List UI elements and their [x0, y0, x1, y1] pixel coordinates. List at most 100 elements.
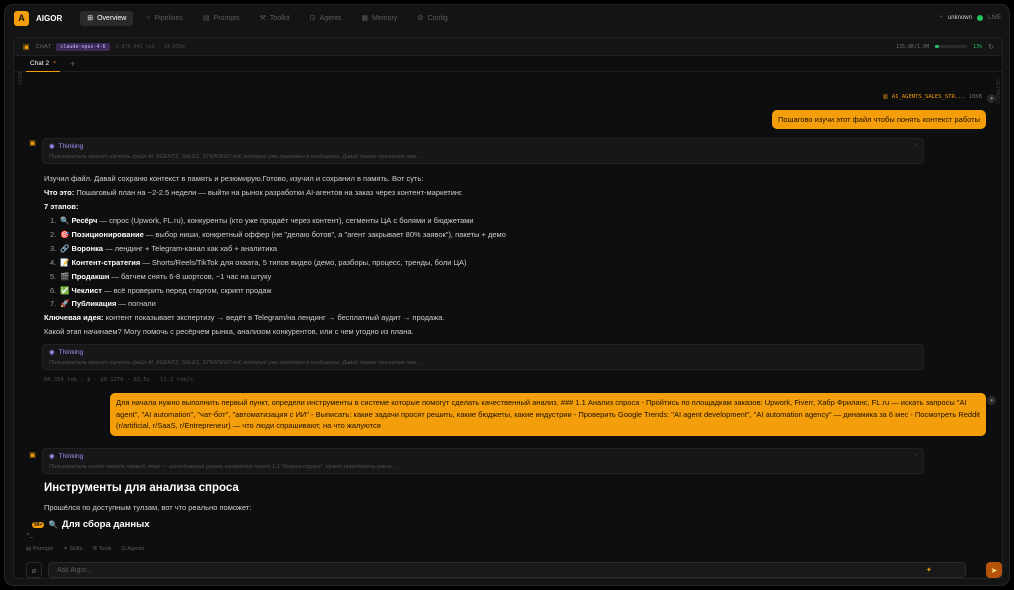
left-rail[interactable]: NEXT [14, 72, 24, 112]
thinking-icon: ◉ [49, 143, 55, 150]
answer-intro: Изучил файл. Давай сохраню контекст в па… [44, 174, 424, 183]
app-logo[interactable]: A [14, 10, 29, 26]
list-item: 7. 🚀 Публикация — погнали [44, 297, 934, 311]
list-item: 4. 📝 Контент-стратегия — Shorts/Reels/Tik… [44, 256, 934, 270]
nav-tab-config[interactable]: ⚙ Config [410, 11, 455, 26]
toolbar-agents[interactable]: ⊡ Agents [121, 546, 144, 552]
thinking-header: ◉ Thinking [49, 142, 917, 151]
thinking-header: ◉ Thinking [49, 452, 917, 461]
nav-tab-memory[interactable]: ▦ Memory [354, 11, 404, 26]
user-avatar-icon: ● [987, 396, 996, 405]
nav-tab-label: Memory [372, 14, 398, 22]
file-attachment[interactable]: ▥ AI_AGENTS_SALES_STR... 10KB [883, 94, 982, 100]
nav-tab-label: Prompts [213, 14, 240, 22]
gear-icon: ⚙ [417, 15, 424, 22]
magnifier-icon: 🔍 [60, 215, 70, 225]
thinking-icon: ◉ [49, 349, 55, 356]
thinking-block[interactable]: ◉ Thinking Пользователь просит изучить ф… [42, 344, 924, 370]
item-text: — батчем снять 6-8 шортсов, ~1 час на шт… [109, 271, 272, 281]
item-text: — спрос (Upwork, FL.ru), конкуренты (кто… [97, 215, 474, 225]
send-button[interactable]: ➤ [986, 562, 1002, 578]
item-number: 6. [50, 285, 57, 295]
refresh-icon[interactable]: ↻ [988, 43, 994, 51]
top-nav: A AIGOR ⊞ Overview ⑂ Pipelines ▤ Prompts… [5, 5, 1009, 31]
list-item: 5. 🎬 Продакшн — батчем снять 6-8 шортсов,… [44, 270, 934, 284]
nav-status: ⑂ unknown LIVE [939, 15, 1001, 21]
wrench-icon: ⚒ [259, 15, 266, 22]
user-name[interactable]: unknown [948, 15, 972, 21]
clapper-icon: 🎬 [60, 271, 70, 281]
terminal-icon[interactable]: >_ [26, 532, 33, 538]
chat-tabs: Chat 2 × + [14, 56, 1002, 72]
nav-tab-label: Overview [97, 14, 127, 22]
context-percent: 13% [973, 43, 983, 50]
list-item: 2. 🎯 Позиционирование — выбор ниши, конкр… [44, 228, 934, 242]
answer-what: Что это: Пошаговый план на ~2-2.5 недели… [44, 186, 934, 200]
answer-what-text: Пошаговый план на ~2-2.5 недели — выйти … [76, 187, 463, 197]
response-paragraph: Прошёлся по доступным тулзам, вот что ре… [44, 503, 252, 512]
nav-tab-overview[interactable]: ⊞ Overview [80, 10, 134, 26]
chat-header: ▣ CHAT claude-opus-4-6 1,878,441 tok · $… [14, 38, 1002, 56]
tab-chat-2[interactable]: Chat 2 × [26, 56, 61, 72]
message-input[interactable] [48, 562, 966, 578]
nav-tab-label: Agents [319, 14, 342, 22]
app-name: AIGOR [36, 13, 63, 23]
chevron-right-icon[interactable]: › [915, 142, 917, 149]
close-icon[interactable]: × [53, 60, 56, 66]
sparkle-icon: ✦ [63, 546, 68, 552]
send-icon: ➤ [990, 565, 998, 575]
thinking-label: Thinking [58, 348, 84, 356]
right-rail[interactable]: SETTINGS [992, 72, 1002, 112]
grid-icon: ⊞ [87, 15, 94, 22]
key-idea-label: Ключевая идея: [44, 313, 104, 323]
response-heading: Инструменты для анализа спроса [44, 482, 239, 494]
nav-tab-label: Toolkit [269, 14, 290, 22]
toolbar-prompts[interactable]: ▤ Prompts [26, 546, 53, 552]
model-badge[interactable]: claude-opus-4-6 [56, 42, 110, 51]
notification-badge[interactable]: 99+ [32, 521, 45, 528]
live-status-dot [976, 15, 983, 21]
bot-icon: ▣ [23, 43, 30, 51]
attach-button[interactable]: ⌀ [26, 562, 42, 578]
nav-tab-agents[interactable]: ⊡ Agents [303, 11, 349, 26]
item-number: 2. [50, 229, 57, 239]
toolbar-tools[interactable]: ⚒ Tools [92, 546, 111, 552]
thinking-header: ◉ Thinking [49, 348, 917, 357]
left-rail-label: NEXT [16, 72, 22, 86]
item-title: Воронка [71, 243, 104, 253]
prompt-icon: ▤ [26, 546, 32, 552]
thinking-block[interactable]: ◉ Thinking Пользователь хочет начать пер… [42, 448, 924, 474]
chat-panel: ▣ CHAT claude-opus-4-6 1,878,441 tok · $… [13, 37, 1003, 579]
branch-icon: ⑂ [939, 15, 943, 21]
app-window: A AIGOR ⊞ Overview ⑂ Pipelines ▤ Prompts… [4, 4, 1010, 586]
database-icon: ▦ [361, 15, 369, 22]
nav-tab-pipelines[interactable]: ⑂ Pipelines [139, 11, 190, 26]
file-size: 10KB [968, 94, 982, 100]
toolbar-label: Prompts [32, 546, 54, 552]
user-message: Для начала нужно выполнить первый пункт,… [110, 393, 986, 436]
user-avatar-icon: ● [987, 94, 996, 103]
enhance-icon[interactable]: ✦ [926, 566, 932, 574]
thinking-preview: Пользователь просит изучить файл AI_AGEN… [49, 360, 421, 366]
item-title: Продакшн [71, 271, 110, 281]
chevron-right-icon[interactable]: › [915, 452, 917, 459]
item-text: — погнали [116, 299, 156, 309]
item-title: Контент-стратегия [71, 257, 141, 267]
user-message: Пошагово изучи этот файл чтобы понять ко… [771, 110, 986, 129]
live-status-label: LIVE [987, 15, 1001, 21]
composer: ⌀ ✦ ➤ [14, 562, 1002, 578]
list-item: 3. 🔗 Воронка — лендинг + Telegram-канал к… [44, 242, 934, 256]
thinking-block[interactable]: ◉ Thinking Пользователь просит изучить ф… [42, 138, 924, 164]
toolbar-skills[interactable]: ✦ Skills [63, 546, 82, 552]
item-title: Позиционирование [71, 229, 144, 239]
context-progress-fill [935, 45, 940, 48]
toolbar-label: Tools [98, 546, 112, 552]
nav-tab-label: Pipelines [154, 14, 183, 22]
pipeline-icon: ⑂ [146, 14, 151, 22]
nav-tab-prompts[interactable]: ▤ Prompts [196, 11, 247, 26]
nav-tab-toolkit[interactable]: ⚒ Toolkit [253, 11, 297, 26]
robot-icon: ⊡ [309, 15, 316, 22]
message-meta: 60,354 tok · $ · $0.1270 · 92.5s · 11.2 … [44, 377, 194, 383]
add-tab-button[interactable]: + [70, 59, 75, 69]
item-text: — всё проверить перед стартом, скрипт пр… [101, 285, 272, 295]
